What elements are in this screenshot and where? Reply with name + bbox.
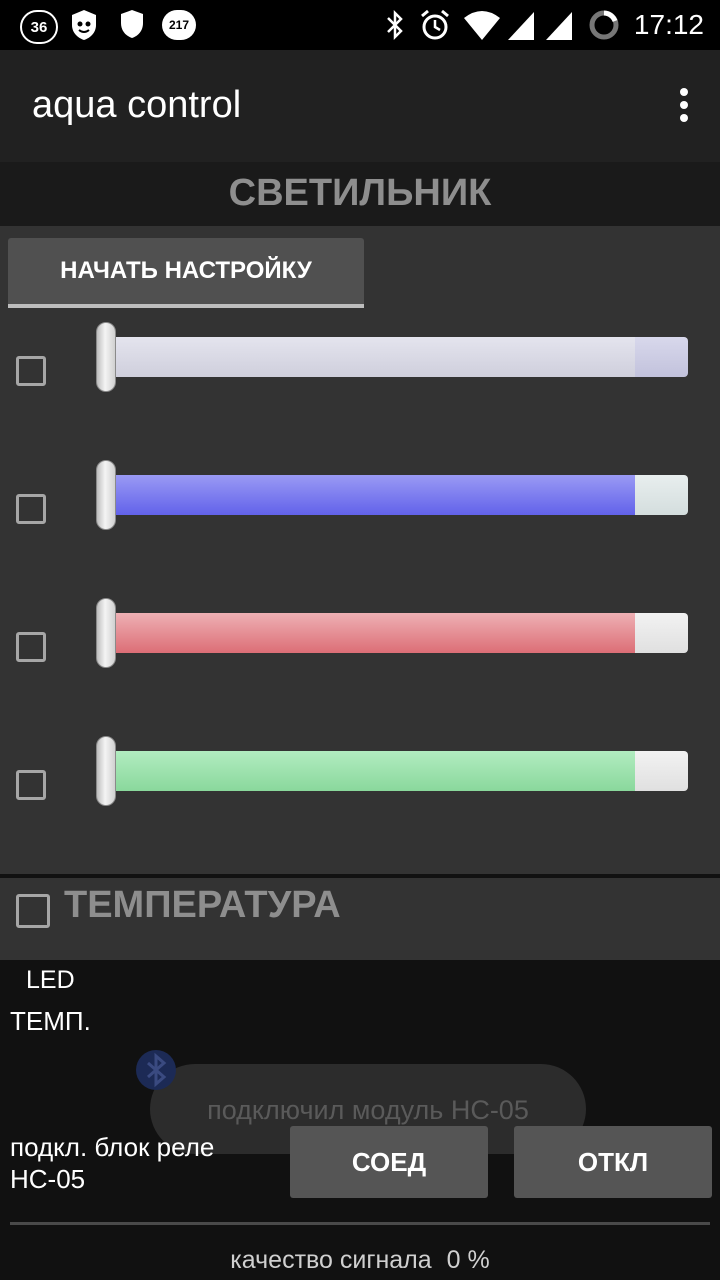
- notification-badge-217: 217: [162, 10, 196, 40]
- channel-1-slider-rest: [635, 337, 688, 377]
- channel-2-slider-fill: [110, 475, 635, 515]
- signal-quality: качество сигнала 0 %: [0, 1246, 720, 1275]
- channel-2-slider-thumb[interactable]: [96, 460, 116, 530]
- shield-cat-icon: [72, 10, 96, 40]
- start-setup-button[interactable]: НАЧАТЬ НАСТРОЙКУ: [8, 238, 364, 308]
- led-readout: LED: [26, 966, 75, 994]
- channel-3-slider-thumb[interactable]: [96, 598, 116, 668]
- lamp-section-header: СВЕТИЛЬНИК: [0, 162, 720, 226]
- disconnect-button[interactable]: ОТКЛ: [514, 1126, 712, 1198]
- channel-1-slider-thumb[interactable]: [96, 322, 116, 392]
- connect-button[interactable]: СОЕД: [290, 1126, 488, 1198]
- signal-icon-2: [546, 12, 572, 40]
- channel-3-slider-fill: [110, 613, 635, 653]
- relay-label-line2: HC-05: [10, 1164, 86, 1194]
- signal-quality-value: 0 %: [446, 1246, 490, 1274]
- channel-3-checkbox[interactable]: [16, 632, 46, 662]
- channel-4-slider-rest: [635, 751, 688, 791]
- app-bar: aqua control: [0, 50, 720, 162]
- temperature-checkbox[interactable]: [16, 894, 50, 928]
- channel-3-slider-rest: [635, 613, 688, 653]
- app-title: aqua control: [32, 84, 242, 126]
- channel-4-slider-fill: [110, 751, 635, 791]
- signal-icon: [508, 12, 534, 40]
- channel-2-slider-rest: [635, 475, 688, 515]
- channel-4-slider[interactable]: [110, 751, 688, 791]
- status-bar: 36 217 17:12: [0, 0, 720, 50]
- alarm-icon: [421, 9, 449, 40]
- bluetooth-icon: [387, 9, 403, 41]
- channel-4-checkbox[interactable]: [16, 770, 46, 800]
- overflow-menu-icon[interactable]: [678, 88, 690, 124]
- relay-label-line1: подкл. блок реле: [10, 1132, 215, 1162]
- bluetooth-logo-icon: [136, 1050, 176, 1090]
- channel-4-slider-thumb[interactable]: [96, 736, 116, 806]
- clock: 17:12: [633, 9, 704, 40]
- channel-2-slider[interactable]: [110, 475, 688, 515]
- channel-3-slider[interactable]: [110, 613, 688, 653]
- signal-quality-label: качество сигнала: [230, 1246, 432, 1274]
- channel-2-checkbox[interactable]: [16, 494, 46, 524]
- wifi-icon: [464, 11, 500, 40]
- temperature-label: ТЕМПЕРАТУРА: [64, 884, 341, 926]
- channel-1-slider-fill: [110, 337, 635, 377]
- notification-badge-36: 36: [20, 10, 58, 44]
- shield-icon: [121, 10, 143, 38]
- battery-icon: [589, 10, 619, 40]
- channel-1-checkbox[interactable]: [16, 356, 46, 386]
- channel-1-slider[interactable]: [110, 337, 688, 377]
- divider: [10, 1222, 710, 1225]
- temp-readout: ТЕМП.: [10, 1006, 91, 1036]
